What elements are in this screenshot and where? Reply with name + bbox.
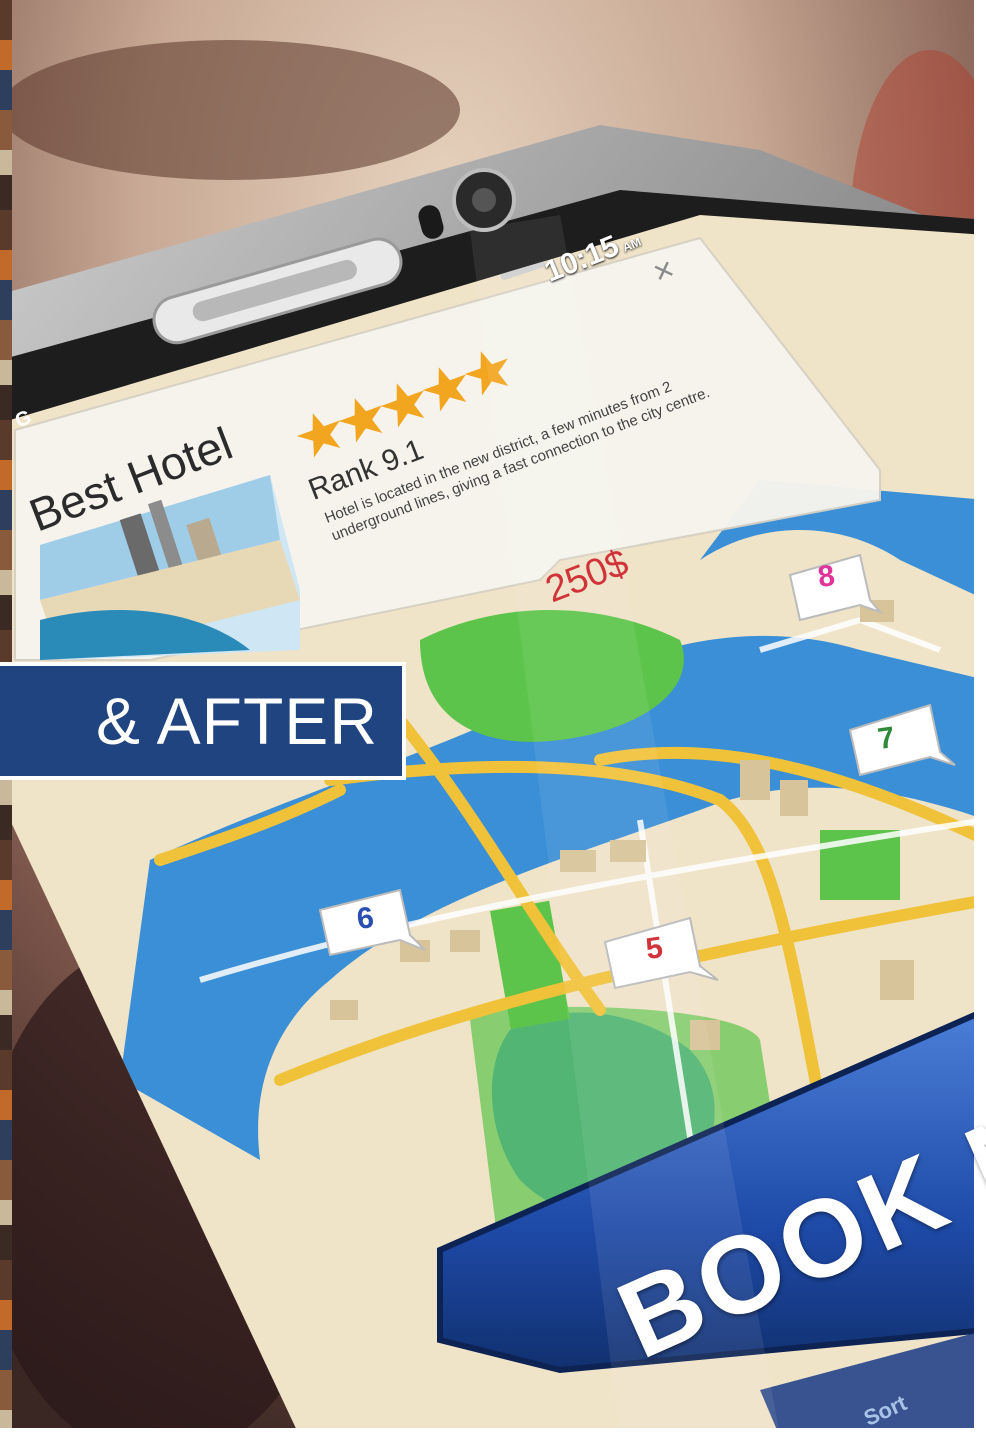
frame-border-bottom	[0, 1428, 986, 1437]
after-banner-text: & AFTER	[95, 684, 378, 758]
after-banner: & AFTER	[0, 662, 406, 780]
photo-stage: G 10:15AM × Best Hotel Rank 9.1 Hotel is…	[0, 0, 986, 1437]
